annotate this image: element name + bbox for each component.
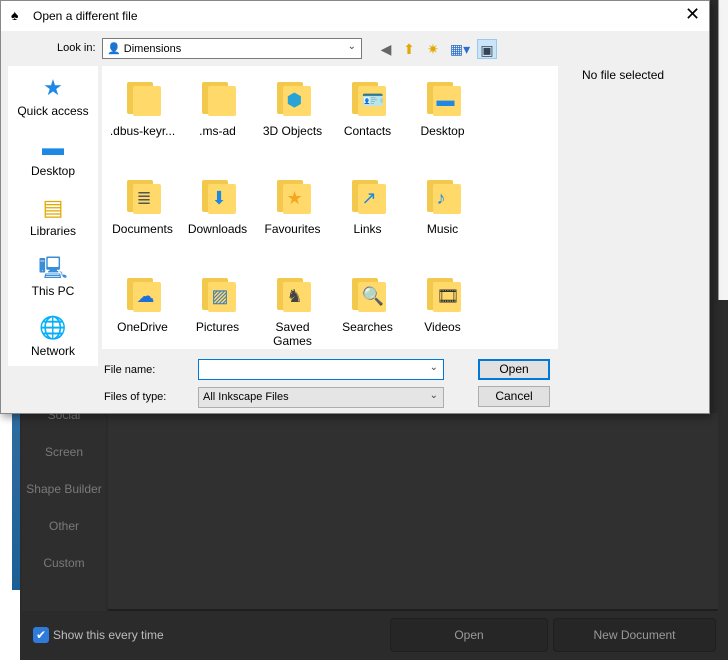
computer-icon: 🖳: [38, 255, 68, 280]
folder-icon: 🪪: [348, 76, 388, 116]
file-label: Videos: [424, 320, 461, 334]
file-name-input[interactable]: ⌄: [198, 359, 444, 380]
user-icon: 👤: [107, 43, 121, 55]
folder-icon: [198, 76, 238, 116]
file-item-saved-games[interactable]: ♞ Saved Games: [255, 272, 330, 348]
chevron-down-icon: ⌄: [429, 362, 438, 373]
folder-icon: ▬: [423, 76, 463, 116]
open-button[interactable]: Open: [478, 359, 550, 380]
chevron-down-icon: ⌄: [429, 390, 438, 401]
show-every-time-checkbox[interactable]: ✔: [33, 627, 49, 643]
close-icon[interactable]: ✕: [685, 4, 700, 25]
category-other[interactable]: Other: [22, 519, 106, 533]
open-file-dialog: ♠ Open a different file ✕ Look in: 👤 Dim…: [0, 0, 710, 414]
file-label: .ms-ad: [199, 124, 236, 138]
file-label: 3D Objects: [262, 124, 323, 138]
file-label: Documents: [112, 222, 173, 236]
place-network[interactable]: 🌐 Network: [8, 315, 98, 359]
folder-icon: ♞: [273, 272, 313, 312]
look-in-value: Dimensions: [123, 43, 182, 55]
title-bar: ♠ Open a different file ✕: [1, 1, 709, 31]
file-item-favourites[interactable]: ★ Favourites: [255, 174, 330, 236]
cancel-button[interactable]: Cancel: [478, 386, 550, 407]
file-label: Searches: [342, 320, 393, 334]
network-icon: 🌐: [39, 315, 67, 340]
folder-icon: ♪: [423, 174, 463, 214]
place-label: Libraries: [29, 224, 77, 238]
file-label: Favourites: [264, 222, 321, 236]
inkscape-logo-icon: ♠: [11, 7, 19, 23]
file-label: Saved Games: [273, 320, 312, 348]
file-item-downloads[interactable]: ⬇ Downloads: [180, 174, 255, 236]
file-item-dbus-keyring[interactable]: .dbus-keyr...: [105, 76, 180, 138]
up-folder-icon[interactable]: ⬆: [399, 39, 419, 59]
file-item-music[interactable]: ♪ Music: [405, 174, 480, 236]
file-name-label: File name:: [104, 364, 156, 376]
file-item-desktop[interactable]: ▬ Desktop: [405, 76, 480, 138]
folder-icon: [123, 76, 163, 116]
place-label: Desktop: [30, 164, 76, 178]
file-label: Contacts: [343, 124, 392, 138]
file-label: Music: [426, 222, 459, 236]
background-window-edge: [718, 0, 728, 300]
place-label: Network: [30, 344, 75, 358]
file-item-links[interactable]: ↗ Links: [330, 174, 405, 236]
place-this-pc[interactable]: 🖳 This PC: [8, 255, 98, 299]
dialog-title: Open a different file: [33, 9, 138, 23]
folder-icon: ⬢: [273, 76, 313, 116]
files-of-type-value: All Inkscape Files: [203, 391, 289, 403]
file-item-videos[interactable]: 🎞 Videos: [405, 272, 480, 334]
place-quick-access[interactable]: ★ Quick access: [8, 75, 98, 119]
category-shape-builder[interactable]: Shape Builder: [22, 482, 106, 496]
folder-icon: ☁: [123, 272, 163, 312]
desktop-icon: ▬: [42, 135, 64, 160]
file-item-3d-objects[interactable]: ⬢ 3D Objects: [255, 76, 330, 138]
look-in-label: Look in:: [57, 42, 96, 54]
folder-icon: ⬇: [198, 174, 238, 214]
category-custom[interactable]: Custom: [22, 556, 106, 570]
place-label: Quick access: [17, 104, 89, 118]
folder-icon: 🔍: [348, 272, 388, 312]
folder-icon: ★: [273, 174, 313, 214]
file-item-searches[interactable]: 🔍 Searches: [330, 272, 405, 334]
file-label: OneDrive: [117, 320, 168, 334]
view-menu-icon[interactable]: ▦▾: [447, 39, 473, 59]
folder-icon: ↗: [348, 174, 388, 214]
new-document-button[interactable]: New Document: [553, 618, 716, 652]
libraries-icon: ▤: [42, 195, 64, 220]
star-icon: ★: [43, 75, 63, 100]
preview-toggle-icon[interactable]: ▣: [477, 39, 497, 59]
file-label: .dbus-keyr...: [109, 124, 176, 138]
look-in-combo[interactable]: 👤 Dimensions ⌄: [102, 38, 362, 59]
files-of-type-label: Files of type:: [104, 391, 167, 403]
category-screen[interactable]: Screen: [22, 445, 106, 459]
file-item-onedrive[interactable]: ☁ OneDrive: [105, 272, 180, 334]
welcome-open-button[interactable]: Open: [390, 618, 548, 652]
file-item-contacts[interactable]: 🪪 Contacts: [330, 76, 405, 138]
places-bar: ★ Quick access ▬ Desktop ▤ Libraries 🖳 This …: [8, 66, 98, 366]
file-label: Desktop: [420, 124, 465, 138]
file-item-pictures[interactable]: ▨ Pictures: [180, 272, 255, 334]
show-every-time-label: Show this every time: [53, 628, 164, 642]
back-icon[interactable]: ◀: [376, 39, 396, 59]
file-item-ms-ad[interactable]: .ms-ad: [180, 76, 255, 138]
files-of-type-select[interactable]: All Inkscape Files ⌄: [198, 387, 444, 408]
folder-icon: ▨: [198, 272, 238, 312]
place-libraries[interactable]: ▤ Libraries: [8, 195, 98, 239]
place-desktop[interactable]: ▬ Desktop: [8, 135, 98, 179]
file-item-documents[interactable]: ≣ Documents: [105, 174, 180, 236]
folder-icon: 🎞: [423, 272, 463, 312]
template-content: [108, 413, 718, 611]
file-list: .dbus-keyr... .ms-ad ⬢ 3D Objects 🪪 Contacts ▬…: [102, 66, 558, 349]
new-folder-icon[interactable]: ✷: [423, 39, 443, 59]
folder-icon: ≣: [123, 174, 163, 214]
preview-status: No file selected: [582, 68, 665, 82]
template-categories: Social Screen Shape Builder Other Custom: [22, 408, 106, 611]
place-label: This PC: [31, 284, 75, 298]
chevron-down-icon: ⌄: [347, 41, 356, 52]
file-label: Pictures: [195, 320, 240, 334]
file-label: Links: [353, 222, 382, 236]
file-label: Downloads: [187, 222, 248, 236]
